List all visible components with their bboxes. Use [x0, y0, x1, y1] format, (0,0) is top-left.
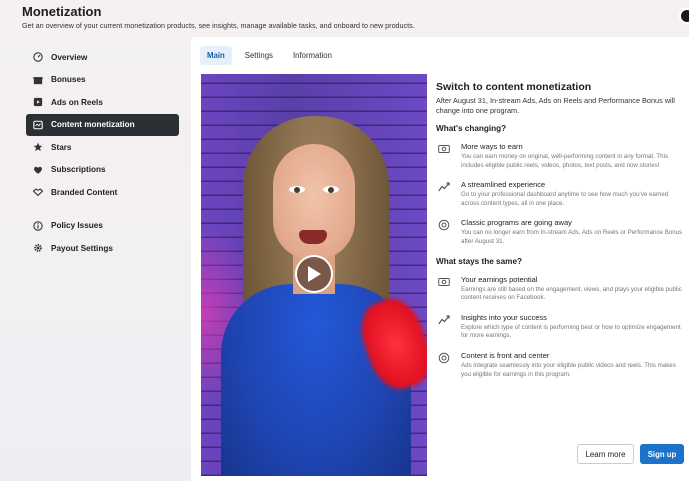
sidebar-item-branded-content[interactable]: Branded Content: [26, 181, 179, 203]
gift-icon: [32, 74, 44, 86]
sidebar-item-label: Policy Issues: [51, 221, 103, 230]
info-icon: [32, 220, 44, 232]
target-icon: [436, 351, 452, 379]
sidebar: Overview Bonuses Ads on Reels Content mo…: [26, 46, 179, 260]
main-panel: Main Settings Information Switch to cont…: [191, 37, 689, 481]
changing-heading: What's changing?: [436, 124, 507, 133]
money-icon: [436, 275, 452, 303]
sidebar-item-content-monetization[interactable]: Content monetization: [26, 113, 179, 136]
page-header: Monetization Get an overview of your cur…: [22, 4, 415, 30]
trend-icon: [436, 180, 452, 208]
sidebar-item-bonuses[interactable]: Bonuses: [26, 69, 179, 91]
sidebar-item-label: Bonuses: [51, 75, 86, 84]
avatar[interactable]: [679, 8, 689, 24]
gear-icon: [32, 242, 44, 254]
list-item: A streamlined experience Go to your profe…: [436, 180, 684, 208]
sidebar-item-label: Subscriptions: [51, 165, 106, 174]
list-item: Content is front and center Ads integrate…: [436, 351, 684, 379]
list-item: Insights into your success Explore which …: [436, 313, 684, 341]
star-icon: [32, 141, 44, 153]
tab-information[interactable]: Information: [286, 46, 339, 65]
sidebar-item-label: Payout Settings: [51, 243, 113, 253]
page-subtitle: Get an overview of your current monetiza…: [22, 21, 415, 30]
sidebar-item-label: Branded Content: [51, 187, 118, 197]
sidebar-item-overview[interactable]: Overview: [26, 46, 179, 68]
video-player[interactable]: [201, 74, 427, 476]
list-item: Your earnings potential Earnings are stil…: [436, 275, 684, 303]
same-heading: What stays the same?: [436, 256, 522, 266]
tab-settings[interactable]: Settings: [238, 46, 280, 65]
sidebar-item-label: Overview: [51, 52, 88, 62]
content-icon: [32, 119, 44, 131]
money-icon: [436, 142, 452, 170]
handshake-icon: [32, 186, 44, 198]
tab-main[interactable]: Main: [200, 46, 232, 65]
video-thumbnail-face: [273, 144, 355, 260]
learn-more-button[interactable]: Learn more: [577, 444, 634, 464]
gauge-icon: [32, 51, 44, 63]
sidebar-item-stars[interactable]: Stars: [26, 136, 179, 158]
sidebar-item-ads-on-reels[interactable]: Ads on Reels: [26, 91, 179, 113]
page-title: Monetization: [22, 4, 102, 19]
heart-icon: [32, 164, 44, 176]
trend-icon: [436, 313, 452, 341]
tab-bar: Main Settings Information: [200, 46, 339, 65]
sidebar-item-policy-issues[interactable]: Policy Issues: [26, 215, 179, 237]
list-item: More ways to earn You can earn money on o…: [436, 142, 684, 170]
sidebar-item-payout-settings[interactable]: Payout Settings: [26, 237, 179, 259]
target-icon: [436, 218, 452, 246]
play-icon[interactable]: [295, 255, 333, 293]
section-title: Switch to content monetization: [436, 81, 592, 93]
sidebar-item-label: Content monetization: [51, 120, 135, 129]
content-section: Switch to content monetization After Aug…: [436, 81, 684, 389]
sign-up-button[interactable]: Sign up: [640, 444, 684, 464]
list-item: Classic programs are going away You can n…: [436, 218, 684, 246]
sidebar-item-label: Ads on Reels: [51, 97, 103, 107]
section-intro: After August 31, In-stream Ads, Ads on R…: [436, 96, 675, 115]
sidebar-item-label: Stars: [51, 142, 72, 152]
reels-icon: [32, 96, 44, 108]
sidebar-item-subscriptions[interactable]: Subscriptions: [26, 159, 179, 181]
